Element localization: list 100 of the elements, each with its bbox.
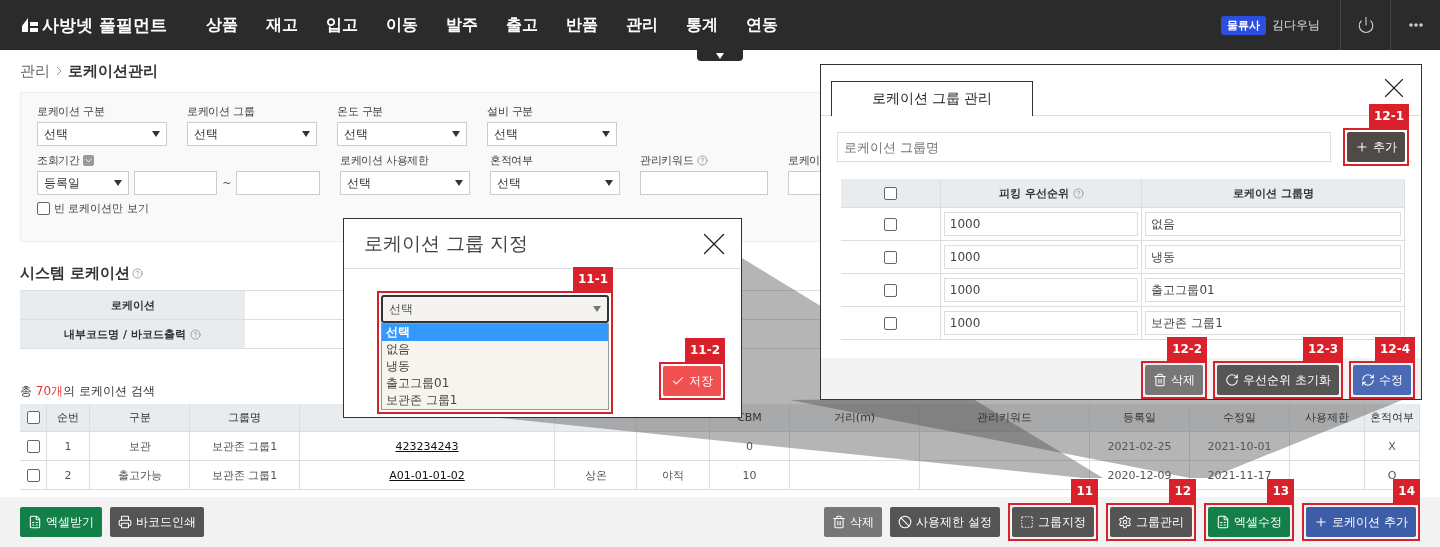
column-header: 피킹 우선순위 xyxy=(998,185,1069,201)
checkbox-label: 빈 로케이션만 보기 xyxy=(54,201,149,216)
nav-menu-item[interactable]: 이동 xyxy=(372,14,432,36)
dropdown-arrow-icon xyxy=(113,180,122,186)
check-icon xyxy=(671,374,685,388)
delete-button[interactable]: 삭제 xyxy=(1145,365,1204,395)
checkbox[interactable] xyxy=(883,186,897,200)
field-label: 혼적여부 xyxy=(490,152,533,168)
select-field[interactable]: 선택 xyxy=(37,122,167,146)
date-field[interactable] xyxy=(236,171,320,195)
priority-field[interactable]: 1000 xyxy=(943,245,1139,269)
priority-field[interactable]: 1000 xyxy=(943,212,1139,236)
callout-number: 13 xyxy=(1267,479,1295,503)
save-button[interactable]: 저장 xyxy=(663,366,721,396)
nav-menu-item[interactable]: 반품 xyxy=(552,14,612,36)
assign-button[interactable]: 그룹지정 xyxy=(1012,507,1095,537)
nav-menu-item[interactable]: 관리 xyxy=(612,14,672,36)
power-icon xyxy=(1356,16,1375,34)
nav-menu-item[interactable]: 상품 xyxy=(192,14,252,36)
print-button[interactable]: 바코드인쇄 xyxy=(110,507,204,537)
nav-menu-item[interactable]: 발주 xyxy=(432,14,492,36)
select-field[interactable]: 선택 xyxy=(490,171,620,195)
field-label: 로케이션 구분 xyxy=(37,103,105,119)
table-cell: 2021-10-01 xyxy=(1207,439,1272,453)
checkbox[interactable] xyxy=(883,316,897,330)
dropdown-option[interactable]: 냉동 xyxy=(382,358,608,375)
add-button[interactable]: 추가 xyxy=(1347,132,1405,162)
select-field[interactable]: 선택 xyxy=(337,122,467,146)
group-name-field[interactable]: 출고그룹01 xyxy=(1145,278,1401,302)
restrict-button[interactable]: 사용제한 설정 xyxy=(890,507,1001,537)
table-cell: 보관존 그룹1 xyxy=(211,467,278,483)
nav-menu-item[interactable]: 재고 xyxy=(252,14,312,36)
callout-number: 12 xyxy=(1169,479,1197,503)
date-field[interactable] xyxy=(133,171,218,195)
callout-number: 12-4 xyxy=(1374,337,1415,361)
checkbox[interactable] xyxy=(26,411,40,424)
column-header: 구분 xyxy=(128,410,151,425)
manage-button[interactable]: 그룹관리 xyxy=(1110,507,1193,537)
callout-number: 11-2 xyxy=(684,338,725,362)
nav-menu-item[interactable]: 통계 xyxy=(672,14,732,36)
checkbox[interactable] xyxy=(883,217,897,231)
checkbox[interactable] xyxy=(37,202,50,215)
reset-button[interactable]: 우선순위 초기화 xyxy=(1217,365,1339,395)
role-badge: 물류사 xyxy=(1221,15,1266,35)
table-cell: 2020-12-09 xyxy=(1107,468,1172,482)
dropdown-option[interactable]: 출고그룹01 xyxy=(382,375,608,392)
rotate-icon xyxy=(1225,373,1240,387)
spreadsheet-icon xyxy=(1216,515,1231,529)
spreadsheet-icon xyxy=(28,515,42,529)
checkbox[interactable] xyxy=(883,250,897,264)
group-name-field[interactable]: 로케이션 그룹명 xyxy=(837,132,1331,162)
column-header: 사용제한 xyxy=(1305,410,1349,425)
location-link[interactable]: A01-01-01-02 xyxy=(389,468,465,482)
select-field[interactable]: 선택 xyxy=(487,122,617,146)
breadcrumb-link[interactable]: 관리 xyxy=(20,61,50,81)
column-header: 순번 xyxy=(57,410,79,425)
checkbox[interactable] xyxy=(26,439,40,453)
dialog-title: 로케이션 그룹 지정 xyxy=(364,230,529,256)
select-field[interactable]: 선택 xyxy=(340,171,470,195)
delete-button[interactable]: 삭제 xyxy=(824,507,883,537)
result-count: 총 70개의 로케이션 검색 xyxy=(20,383,155,400)
menu-toggle-tab[interactable] xyxy=(697,50,743,61)
callout-number: 12-3 xyxy=(1302,337,1343,361)
nav-menu-item[interactable]: 출고 xyxy=(492,14,552,36)
dropdown-arrow-icon xyxy=(602,131,610,137)
select-field[interactable]: 선택 xyxy=(187,122,317,146)
chevron-icon[interactable] xyxy=(82,154,94,166)
help-icon xyxy=(189,328,201,340)
checkbox[interactable] xyxy=(26,468,40,482)
input-field[interactable] xyxy=(640,171,768,195)
location-link[interactable]: 423234243 xyxy=(395,439,459,453)
page-title: 로케이션관리 xyxy=(68,61,158,81)
group-name-field[interactable]: 냉동 xyxy=(1145,245,1401,269)
dropdown-option[interactable]: 보관존 그룹1 xyxy=(382,392,608,409)
excel-button[interactable]: 엑셀수정 xyxy=(1208,507,1291,537)
callout-number: 12-1 xyxy=(1368,104,1409,128)
nav-menu-item[interactable]: 연동 xyxy=(732,14,792,36)
edit-button[interactable]: 수정 xyxy=(1353,365,1411,395)
priority-field[interactable]: 1000 xyxy=(943,278,1139,302)
dropdown-arrow-icon xyxy=(302,131,310,137)
logo[interactable]: 사방넷 풀필먼트 xyxy=(22,13,192,37)
priority-field[interactable]: 1000 xyxy=(943,311,1139,335)
trash-icon xyxy=(832,515,847,529)
plus-icon xyxy=(1355,140,1369,154)
excel-button[interactable]: 엑셀받기 xyxy=(20,507,102,537)
checkbox[interactable] xyxy=(883,283,897,297)
dropdown-arrow-icon xyxy=(605,180,613,186)
dialog-tab[interactable]: 로케이션 그룹 관리 xyxy=(831,81,1033,116)
group-select[interactable]: 선택 xyxy=(381,295,609,323)
nav-menu-item[interactable]: 입고 xyxy=(312,14,372,36)
add-button[interactable]: 로케이션 추가 xyxy=(1306,507,1416,537)
dropdown-option[interactable]: 없음 xyxy=(382,341,608,358)
group-name-field[interactable]: 없음 xyxy=(1145,212,1401,236)
select-field[interactable]: 등록일 xyxy=(37,171,129,195)
table-cell: 2 xyxy=(64,468,72,482)
printer-icon xyxy=(118,515,132,529)
logo-text: 사방넷 풀필먼트 xyxy=(42,13,167,37)
chevron-right-icon xyxy=(56,66,62,76)
group-name-field[interactable]: 보관존 그룹1 xyxy=(1145,311,1401,335)
user-name: 김다우님 xyxy=(1272,16,1320,34)
